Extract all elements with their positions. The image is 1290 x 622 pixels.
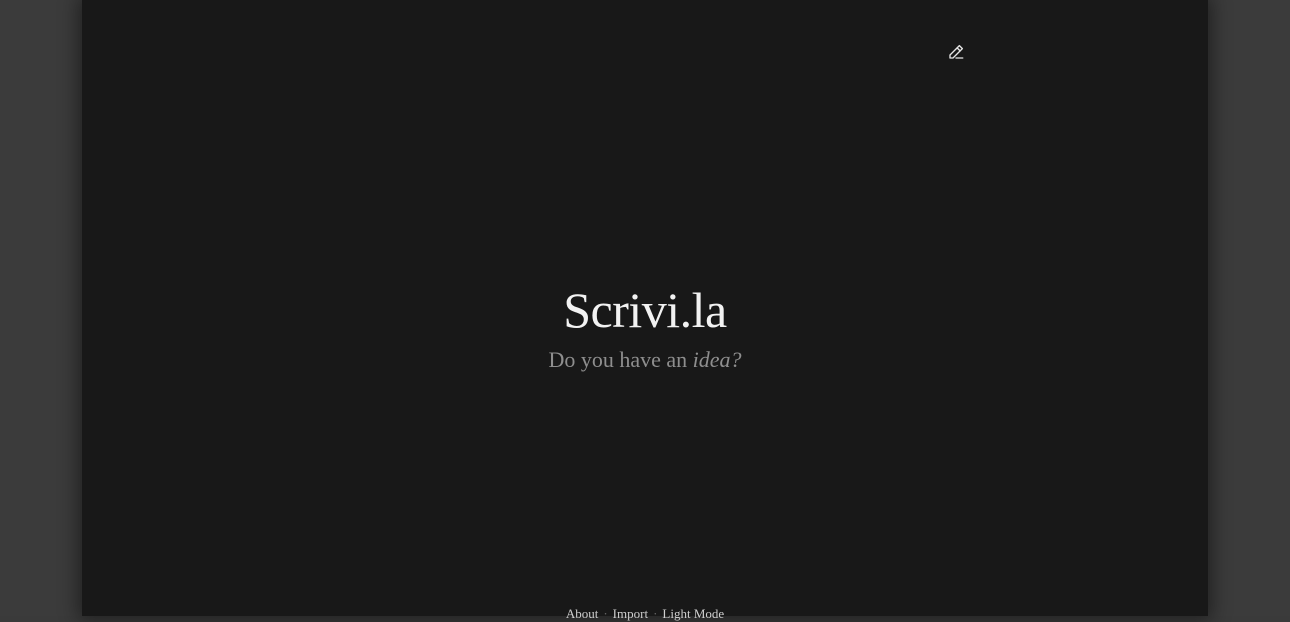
editor-page: Scrivi.la Do you have an idea? About · Imp… bbox=[82, 0, 1208, 621]
tagline-emphasis: idea? bbox=[692, 347, 742, 372]
app-tagline: Do you have an idea? bbox=[82, 346, 1208, 374]
new-note-button[interactable] bbox=[946, 42, 966, 62]
footer-link-import[interactable]: Import bbox=[613, 606, 648, 621]
footer-nav: About · Import · Light Mode bbox=[82, 606, 1208, 622]
footer-separator: · bbox=[603, 606, 608, 621]
footer-separator: · bbox=[653, 606, 658, 621]
app-title: Scrivi.la bbox=[563, 282, 727, 338]
footer-link-about[interactable]: About bbox=[566, 606, 599, 621]
footer-link-light-mode[interactable]: Light Mode bbox=[662, 606, 724, 621]
hero: Scrivi.la Do you have an idea? bbox=[82, 280, 1208, 374]
pencil-edit-icon bbox=[947, 43, 965, 61]
tagline-text: Do you have an bbox=[548, 347, 693, 372]
